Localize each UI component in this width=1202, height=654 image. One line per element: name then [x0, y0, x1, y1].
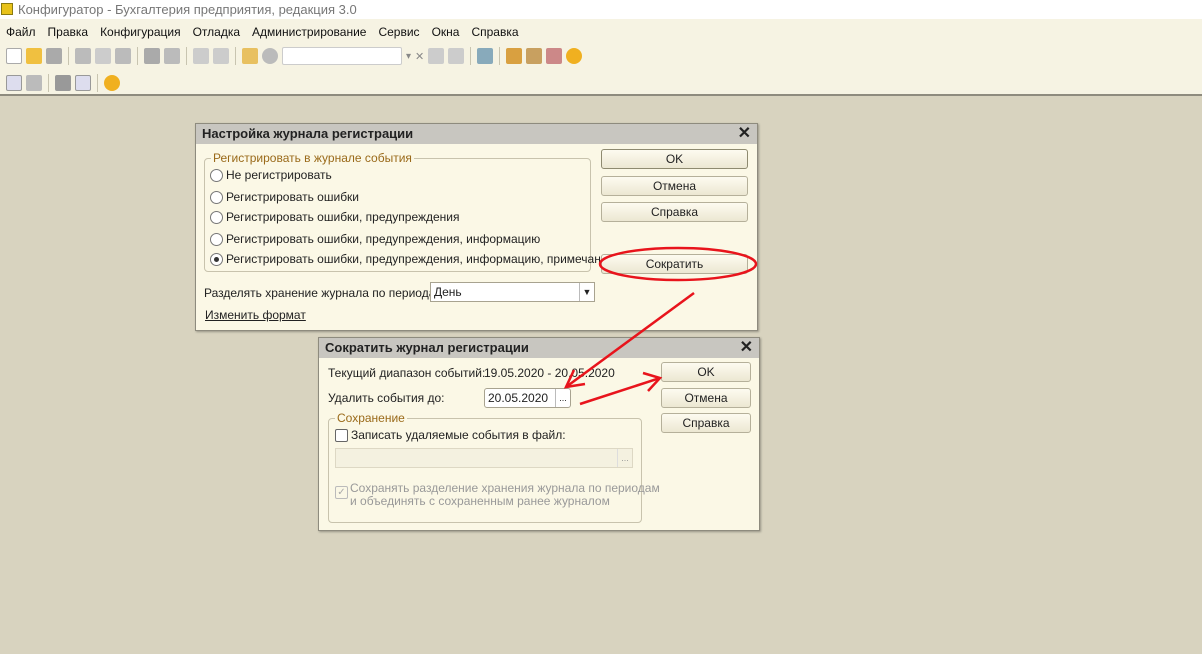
arrow-to-date — [563, 291, 695, 389]
arrow-to-ok — [579, 371, 663, 406]
annotation-overlay — [563, 246, 758, 406]
highlight-ellipse — [598, 246, 758, 282]
